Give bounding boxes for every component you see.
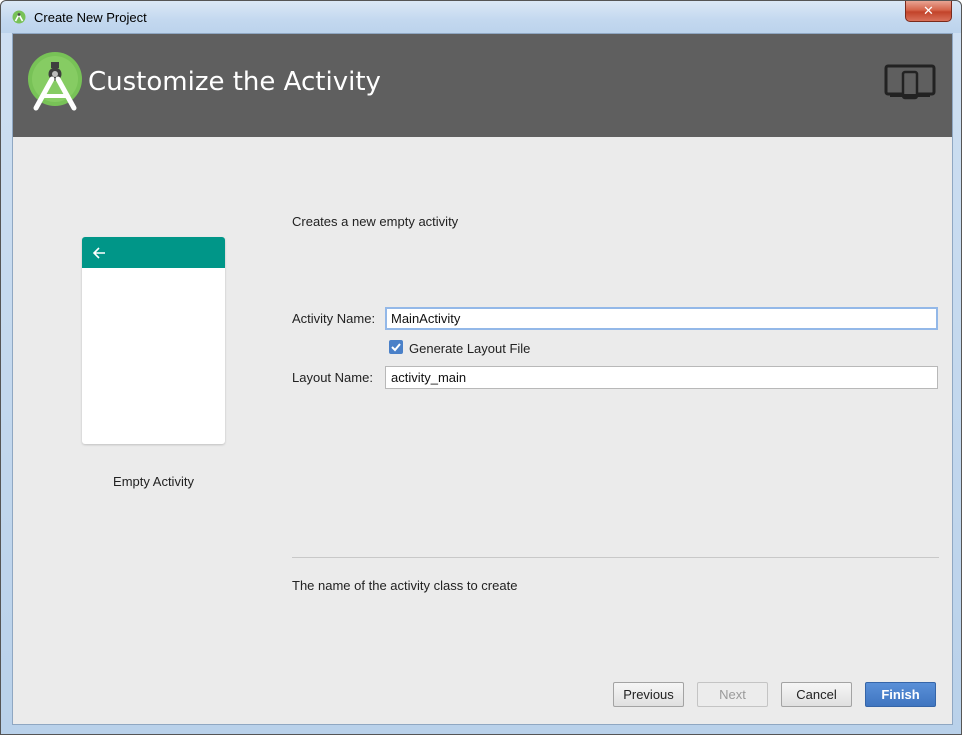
divider	[292, 557, 939, 558]
cancel-button[interactable]: Cancel	[781, 682, 852, 707]
header-banner: Customize the Activity	[13, 34, 952, 137]
layout-name-label: Layout Name:	[292, 370, 373, 385]
activity-preview	[82, 237, 225, 444]
next-button[interactable]: Next	[697, 682, 768, 707]
back-arrow-icon	[92, 246, 106, 260]
activity-name-input[interactable]	[385, 307, 938, 330]
close-button[interactable]: ✕	[905, 1, 952, 22]
finish-button[interactable]: Finish	[865, 682, 936, 707]
generate-layout-checkbox[interactable]	[389, 340, 403, 354]
title-bar: Create New Project ✕	[1, 1, 961, 33]
dialog-content: Customize the Activity Empty Activity Cr…	[12, 33, 953, 725]
field-hint: The name of the activity class to create	[292, 578, 518, 593]
android-studio-icon	[12, 10, 26, 24]
dialog-window: Create New Project ✕ Customize the Activ…	[0, 0, 962, 735]
page-title: Customize the Activity	[88, 67, 381, 97]
android-studio-logo-icon	[27, 52, 83, 114]
previous-button[interactable]: Previous	[613, 682, 684, 707]
template-description: Creates a new empty activity	[292, 214, 459, 229]
window-title: Create New Project	[34, 10, 147, 25]
layout-name-input[interactable]	[385, 366, 938, 389]
devices-icon	[884, 64, 936, 102]
generate-layout-label: Generate Layout File	[409, 341, 531, 356]
activity-name-label: Activity Name:	[292, 311, 376, 326]
preview-app-bar	[82, 237, 225, 268]
template-name: Empty Activity	[113, 474, 194, 489]
